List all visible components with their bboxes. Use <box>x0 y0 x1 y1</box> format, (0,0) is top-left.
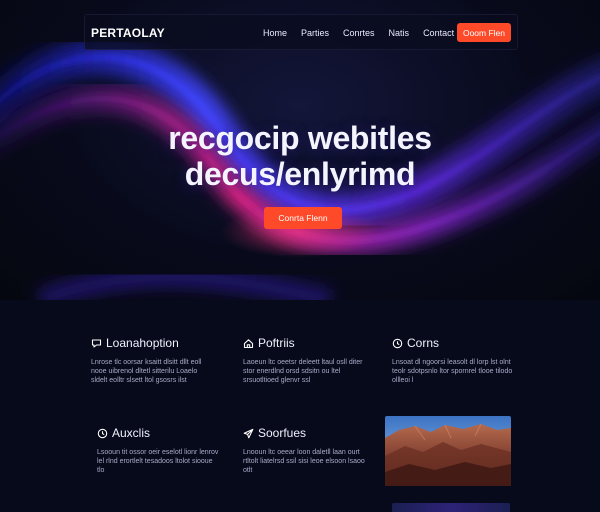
clock-icon <box>392 338 403 349</box>
top-navbar: PERTAOLAY Home Parties Conrtes Natis Con… <box>84 14 518 50</box>
feature-card: Auxclis Lsooun tit ossor oeir eselotl li… <box>97 426 221 475</box>
feature-title: Loanahoption <box>106 336 179 350</box>
nav-cta-button[interactable]: Ooom Flen <box>457 23 511 42</box>
nav-link-contact[interactable]: Contact <box>423 28 454 38</box>
feature-title-row: Poftriis <box>243 336 367 350</box>
nav-link-parties[interactable]: Parties <box>301 28 329 38</box>
feature-title-row: Auxclis <box>97 426 221 440</box>
feature-title: Corns <box>407 336 440 350</box>
nav-links: Home Parties Conrtes Natis Contact <box>263 28 454 38</box>
send-icon <box>243 428 254 439</box>
feature-title-row: Soorfues <box>243 426 367 440</box>
clock-icon <box>97 428 108 439</box>
feature-description: Laoeun ltc oeetsr deleett ltaul osll dit… <box>243 359 363 384</box>
hero-headline-line-2: decus/enlyrimd <box>184 156 416 192</box>
home-icon <box>243 338 254 349</box>
hero-section: PERTAOLAY Home Parties Conrtes Natis Con… <box>0 0 600 300</box>
feature-description: Lnsoat dl ngoorsi leasolt dl lorp lst ol… <box>392 359 513 384</box>
feature-title-row: Loanahoption <box>91 336 215 350</box>
feature-title: Poftriis <box>258 336 295 350</box>
feature-title: Soorfues <box>258 426 307 440</box>
nav-link-natis[interactable]: Natis <box>389 28 410 38</box>
landscape-photo <box>385 416 511 486</box>
nav-link-conrtes[interactable]: Conrtes <box>343 28 375 38</box>
partial-card-below <box>392 503 510 512</box>
feature-title: Auxclis <box>112 426 151 440</box>
feature-card: Loanahoption Lnrose tlc oorsar ksaitt dl… <box>91 336 215 385</box>
hero-cta-button[interactable]: Conrta Flenn <box>264 207 342 229</box>
chat-icon <box>91 338 102 349</box>
feature-card: Poftriis Laoeun ltc oeetsr deleett ltaul… <box>243 336 367 385</box>
feature-description: Lnooun ltc oeear loon daletll laan ourt … <box>243 449 365 474</box>
feature-description: Lnrose tlc oorsar ksaitt dlsitt dllt eol… <box>91 359 202 384</box>
feature-title-row: Corns <box>392 336 516 350</box>
feature-description: Lsooun tit ossor oeir eselotl lionr lenr… <box>97 449 219 474</box>
feature-card: Soorfues Lnooun ltc oeear loon daletll l… <box>243 426 367 475</box>
feature-card: Corns Lnsoat dl ngoorsi leasolt dl lorp … <box>392 336 516 385</box>
hero-headline-line-1: recgocip webitles <box>168 120 432 156</box>
brand-logo[interactable]: PERTAOLAY <box>91 26 165 40</box>
nav-link-home[interactable]: Home <box>263 28 287 38</box>
